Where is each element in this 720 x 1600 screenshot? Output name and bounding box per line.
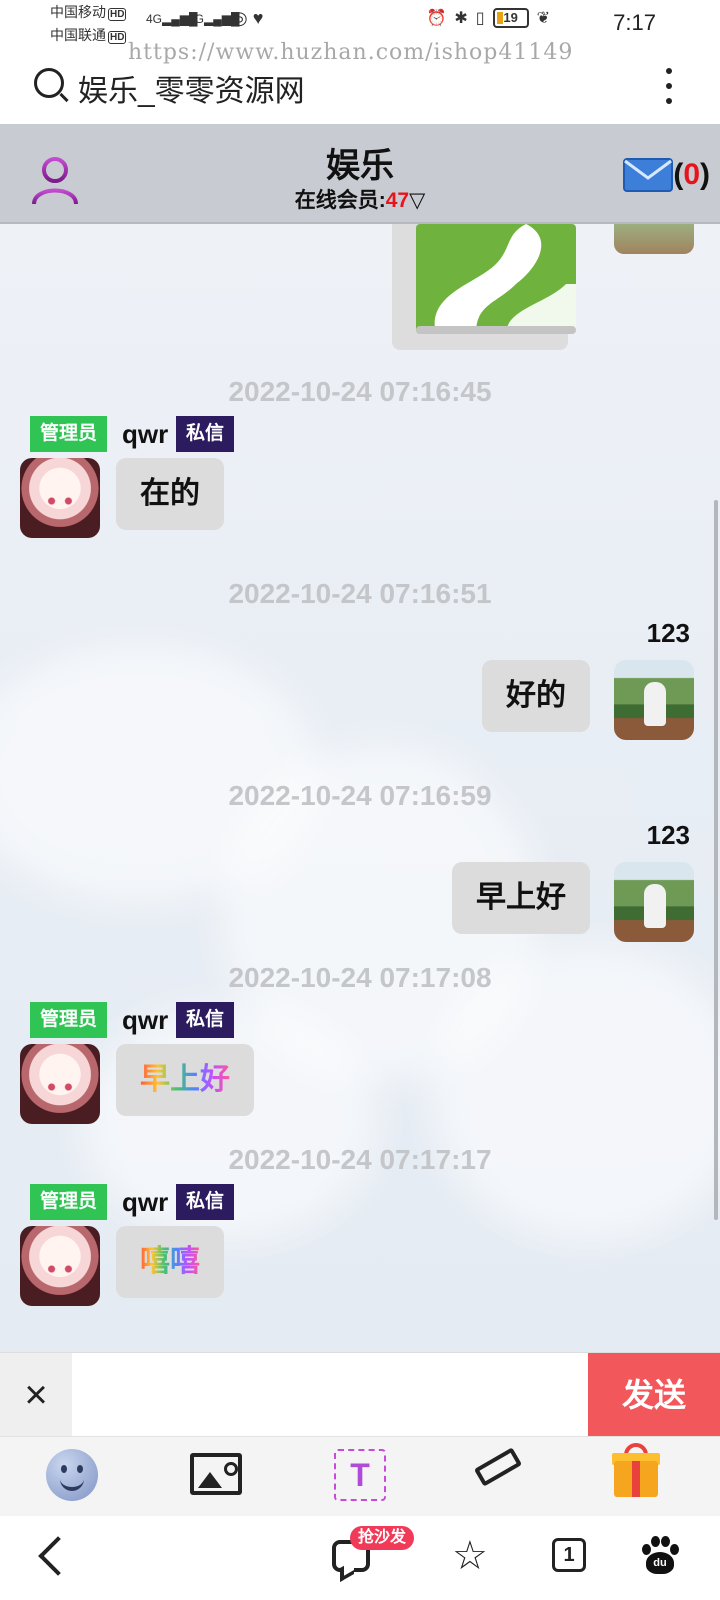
tabs-icon[interactable]: 1 [552,1538,586,1572]
message-input-bar: × 发送 [0,1352,720,1437]
mailbox[interactable]: (0) [623,158,710,192]
avatar[interactable] [614,660,694,740]
rainbow-text: 嘻嘻 [140,1245,200,1278]
battery-icon: 19 [492,8,529,28]
image-caption-bar [416,326,576,334]
message-timestamp: 2022-10-24 07:17:08 [228,962,492,993]
chat-messages[interactable]: 2022-10-24 07:16:45 管理员 qwr 私信 在的 2022-1… [0,224,720,1352]
private-message-button[interactable]: 私信 [176,416,235,452]
online-members[interactable]: 在线会员:47▽ [0,184,720,214]
send-button[interactable]: 发送 [588,1353,720,1437]
carrier-1: 中国移动 HD [50,4,127,21]
avatar[interactable] [20,1044,100,1124]
message-timestamp: 2022-10-24 07:17:17 [228,1144,492,1175]
vibrate-icon: ▯ [475,10,485,27]
watermark: https://www.huzhan.com/ishop41149 [128,40,574,65]
avatar[interactable] [20,1226,100,1306]
carrier-2: 中国联通 HD [50,27,127,44]
username[interactable]: qwr [122,1184,168,1220]
message-bubble: 在的 [116,458,224,530]
chat-header: 娱乐 在线会员:47▽ (0) [0,124,720,224]
leaf-icon: ❦ [536,10,550,27]
close-icon[interactable]: × [0,1353,72,1437]
admin-badge: 管理员 [30,1002,108,1038]
message-bubble: 好的 [482,660,590,732]
gift-icon[interactable] [612,1443,660,1499]
admin-badge: 管理员 [30,416,108,452]
more-options-icon[interactable] [666,68,672,104]
rainbow-text: 早上好 [140,1063,230,1096]
shared-image[interactable] [416,224,576,334]
private-message-button[interactable]: 私信 [176,1184,235,1220]
message-timestamp: 2022-10-24 07:16:51 [228,578,492,609]
username[interactable]: qwr [122,416,168,452]
dropdown-arrow-icon: ▽ [409,189,426,212]
room-title: 娱乐 [326,147,394,185]
baidu-paw-icon[interactable]: du [640,1536,680,1576]
back-icon[interactable] [38,1536,78,1576]
private-message-button[interactable]: 私信 [176,1002,235,1038]
username[interactable]: qwr [122,1002,168,1038]
chat-toolbar: T [0,1436,720,1516]
message-timestamp: 2022-10-24 07:16:45 [228,376,492,407]
message-bubble: 早上好 [452,862,590,934]
message-bubble: 早上好 [116,1044,254,1116]
comment-badge[interactable]: 抢沙发 [350,1526,415,1550]
search-icon[interactable] [34,68,64,98]
mail-icon [623,158,674,192]
browser-page-title[interactable]: 娱乐_零零资源网 [78,66,305,110]
avatar[interactable] [20,458,100,538]
pen-icon[interactable] [473,1447,523,1487]
clock: 7:17 [613,10,656,35]
browser-bottom-nav: 抢沙发 ☆ 1 du [0,1516,720,1600]
star-icon[interactable]: ☆ [452,1534,488,1578]
status-icons: ⏰ ✱ ▯ 19 ❦ [426,8,550,28]
online-count: 47 [385,189,410,212]
message-timestamp: 2022-10-24 07:16:59 [228,780,492,811]
text-style-icon[interactable]: T [334,1449,386,1501]
message-input[interactable] [72,1353,586,1437]
avatar[interactable] [614,224,694,254]
mail-count: (0) [673,158,710,191]
image-message-bubble[interactable] [392,224,576,350]
admin-badge: 管理员 [30,1184,108,1220]
bluetooth-icon: ✱ [454,10,468,27]
emoji-icon[interactable] [46,1449,98,1501]
username[interactable]: 123 [647,618,690,649]
username[interactable]: 123 [647,820,690,851]
message-bubble: 嘻嘻 [116,1226,224,1298]
image-icon[interactable] [190,1453,242,1495]
hotspot-icon: ◎ ♥ [232,8,264,28]
avatar[interactable] [614,862,694,942]
alarm-icon: ⏰ [426,10,447,27]
